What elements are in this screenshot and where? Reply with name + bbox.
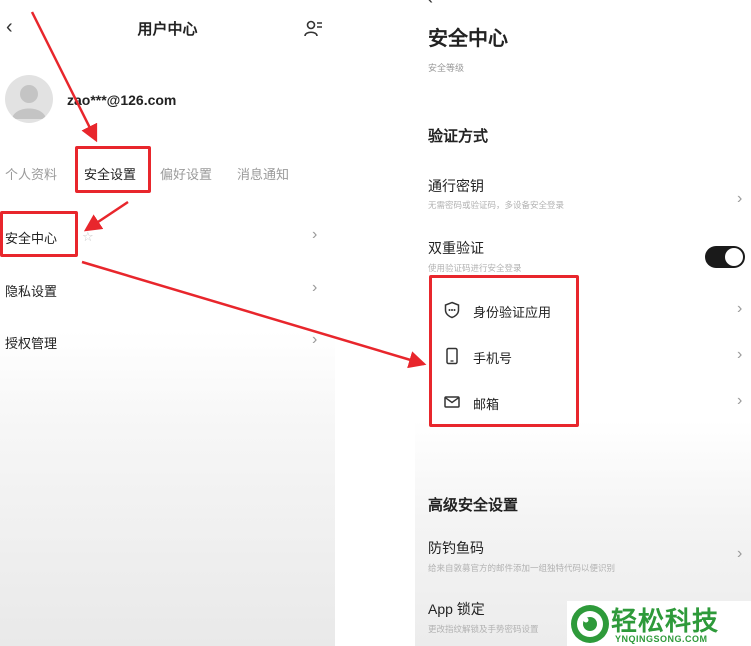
page-title: 用户中心 bbox=[137, 21, 198, 38]
chevron-right-icon: › bbox=[737, 190, 743, 207]
anti-phishing-title[interactable]: 防钓鱼码 bbox=[428, 538, 484, 558]
panel-gap bbox=[335, 0, 415, 646]
section-verification-methods: 验证方式 bbox=[428, 128, 489, 145]
user-switch-icon[interactable] bbox=[304, 20, 324, 38]
tab-notifications[interactable]: 消息通知 bbox=[237, 164, 289, 183]
section-advanced-security: 高级安全设置 bbox=[428, 497, 519, 514]
tab-profile[interactable]: 个人资料 bbox=[5, 164, 57, 183]
chevron-right-icon: › bbox=[312, 279, 318, 296]
row-authorization-management[interactable]: 授权管理 bbox=[5, 333, 57, 352]
user-center-screen: ‹ 用户中心 zao***@126.com 个人资料 安全设置 偏好设置 消息通… bbox=[0, 0, 335, 646]
watermark-logo: 轻松科技 YNQINGSONG.COM bbox=[567, 601, 751, 646]
chevron-right-icon: › bbox=[737, 392, 743, 409]
chevron-right-icon: › bbox=[312, 331, 318, 348]
highlight-box-security-tab bbox=[75, 146, 151, 193]
security-level-label: 安全等级 bbox=[428, 63, 465, 73]
row-privacy-settings[interactable]: 隐私设置 bbox=[5, 281, 57, 300]
anti-phishing-description: 给来自敦募官方的邮件添加一组独特代码以便识别 bbox=[428, 563, 616, 573]
watermark-brand: 轻松科技 bbox=[611, 606, 720, 636]
chevron-right-icon: › bbox=[737, 545, 743, 562]
chevron-right-icon: › bbox=[737, 300, 743, 317]
highlight-box-verification-methods bbox=[429, 275, 579, 427]
watermark-domain: YNQINGSONG.COM bbox=[615, 634, 708, 644]
back-chevron-icon[interactable]: ‹ bbox=[427, 0, 433, 9]
two-factor-title: 双重验证 bbox=[428, 240, 484, 256]
two-factor-description: 使用验证码进行安全登录 bbox=[428, 263, 522, 273]
username-text: zao***@126.com bbox=[67, 92, 177, 108]
chevron-right-icon: › bbox=[737, 346, 743, 363]
highlight-box-security-center bbox=[0, 211, 78, 257]
page-title: 安全中心 bbox=[428, 28, 508, 50]
two-factor-toggle[interactable] bbox=[705, 246, 745, 268]
toggle-knob bbox=[725, 248, 743, 266]
chevron-right-icon: › bbox=[312, 226, 318, 243]
tab-preferences[interactable]: 偏好设置 bbox=[160, 164, 212, 183]
passkey-description: 无需密码或验证码，多设备安全登录 bbox=[428, 200, 565, 210]
avatar[interactable] bbox=[5, 75, 53, 123]
passkey-title[interactable]: 通行密钥 bbox=[428, 176, 484, 196]
cursor-pointer-icon: ☆ bbox=[82, 229, 94, 244]
app-lock-title[interactable]: App 锁定 bbox=[428, 599, 485, 619]
app-lock-description: 更改指纹解锁及手势密码设置 bbox=[428, 624, 539, 634]
